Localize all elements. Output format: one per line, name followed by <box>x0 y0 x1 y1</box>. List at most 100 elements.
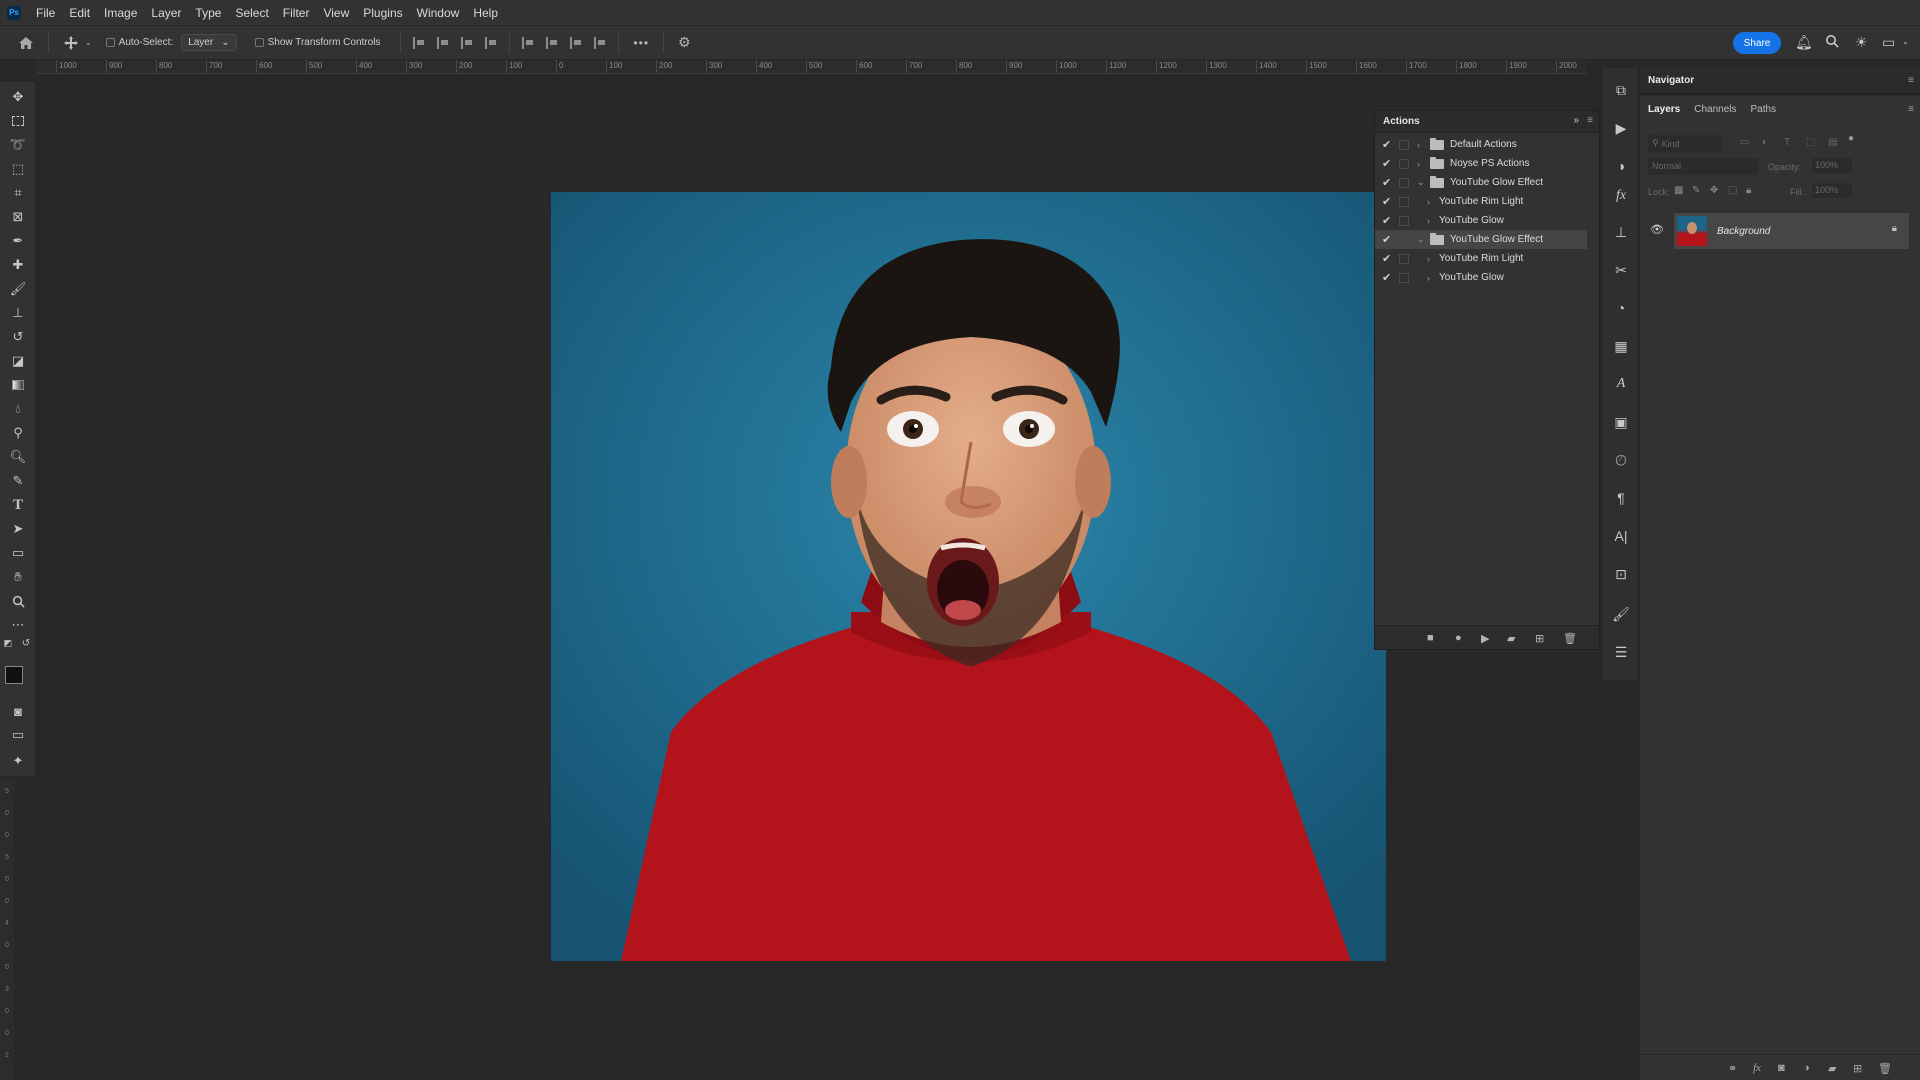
eraser-tool-icon[interactable]: ◪ <box>9 352 27 370</box>
menu-edit[interactable]: Edit <box>62 0 97 26</box>
filter-smart-object-icon[interactable]: ▤ <box>1828 137 1837 148</box>
default-colors-icon[interactable]: ◩ <box>2 637 14 649</box>
dialog-toggle-box[interactable] <box>1399 234 1409 245</box>
menu-filter[interactable]: Filter <box>276 0 317 26</box>
shapes-icon[interactable]: ◔ <box>1613 300 1629 316</box>
auto-select-checkbox[interactable]: Auto-Select: <box>105 37 173 48</box>
toggle-check-icon[interactable]: ✔ <box>1382 157 1394 170</box>
libraries-icon[interactable]: ▣ <box>1613 414 1629 430</box>
zoom-tool-icon[interactable] <box>9 592 27 610</box>
dialog-toggle-box[interactable] <box>1399 139 1409 150</box>
chevron-right-icon[interactable]: › <box>1427 216 1437 226</box>
tab-paths[interactable]: Paths <box>1751 104 1777 115</box>
path-selection-tool-icon[interactable]: ➤ <box>9 520 27 538</box>
move-tool-icon[interactable] <box>63 35 79 51</box>
lightbulb-icon[interactable]: ☀ <box>1855 34 1868 51</box>
hand-tool-icon[interactable]: ✋︎ <box>9 568 27 586</box>
lock-position-icon[interactable]: ✥ <box>1710 185 1718 196</box>
move-tool-icon[interactable]: ✥ <box>9 88 27 106</box>
frame-tool-icon[interactable]: ⊠ <box>9 208 27 226</box>
rectangle-tool-icon[interactable]: ▭ <box>9 544 27 562</box>
distribute-icon[interactable] <box>485 36 497 49</box>
menu-help[interactable]: Help <box>466 0 505 26</box>
align-right-icon[interactable] <box>461 36 473 49</box>
stamp-icon[interactable]: ⊥ <box>1613 224 1629 240</box>
chevron-right-icon[interactable]: › <box>1427 197 1437 207</box>
type-tool-icon[interactable]: T <box>9 496 27 514</box>
styles-fx-icon[interactable]: fx <box>1613 188 1629 204</box>
dialog-toggle-box[interactable] <box>1399 158 1409 169</box>
play-icon[interactable]: ▶ <box>1481 632 1489 645</box>
more-options-icon[interactable]: ••• <box>633 36 649 50</box>
lock-image-icon[interactable]: ✎ <box>1692 185 1700 196</box>
toggle-check-icon[interactable]: ✔ <box>1382 214 1394 227</box>
paragraph-icon[interactable]: ¶ <box>1613 490 1629 506</box>
vertical-ruler[interactable]: 5 0 0 5 0 0 4 0 0 3 0 0 2 <box>0 780 14 1080</box>
panel-menu-icon[interactable]: ≡ <box>1587 115 1593 126</box>
quick-mask-icon[interactable]: ◙ <box>9 702 27 720</box>
tab-layers[interactable]: Layers <box>1648 104 1680 115</box>
chevron-right-icon[interactable]: › <box>1417 140 1427 150</box>
dialog-toggle-box[interactable] <box>1399 272 1409 283</box>
zoom-lens-tool-icon[interactable]: 🔍︎ <box>9 448 27 466</box>
image-icon[interactable]: ⊡ <box>1613 566 1629 582</box>
new-layer-icon[interactable]: ⊞ <box>1853 1062 1862 1075</box>
swap-colors-icon[interactable]: ↺ <box>20 637 32 649</box>
actions-panel-title[interactable]: Actions <box>1383 116 1420 127</box>
more-tools-icon[interactable]: ⋯ <box>9 616 27 634</box>
menu-view[interactable]: View <box>316 0 356 26</box>
properties-icon[interactable]: ⧉ <box>1613 82 1629 98</box>
home-icon[interactable] <box>18 36 34 50</box>
clone-stamp-tool-icon[interactable]: ⊥ <box>9 304 27 322</box>
chevron-down-icon[interactable]: ⌄ <box>1902 37 1909 46</box>
menu-plugins[interactable]: Plugins <box>356 0 409 26</box>
brush-tool-icon[interactable]: 🖌︎ <box>9 280 27 298</box>
action-set-row[interactable]: ✔ › Default Actions <box>1375 135 1587 154</box>
action-row[interactable]: ✔ › YouTube Glow <box>1375 268 1587 287</box>
panel-menu-icon[interactable]: ≡ <box>1908 75 1914 86</box>
tab-channels[interactable]: Channels <box>1694 104 1736 115</box>
gradient-tool-icon[interactable] <box>9 376 27 394</box>
dodge-tool-icon[interactable]: ⚲ <box>9 424 27 442</box>
align-bottom-icon[interactable] <box>570 36 582 49</box>
dialog-toggle-box[interactable] <box>1399 177 1409 188</box>
adjustment-layer-icon[interactable]: ◑ <box>1803 1062 1810 1074</box>
blend-mode-dropdown[interactable]: Normal <box>1648 158 1758 175</box>
layer-filter-kind[interactable]: ⚲ Kind <box>1648 135 1722 152</box>
menu-layer[interactable]: Layer <box>144 0 188 26</box>
filter-shape-icon[interactable]: ⬚ <box>1806 137 1815 148</box>
chevron-right-icon[interactable]: › <box>1427 254 1437 264</box>
lock-transparent-icon[interactable]: ▩ <box>1674 185 1683 196</box>
opacity-input[interactable]: 100% <box>1812 158 1852 173</box>
brush-settings-icon[interactable]: 🖌︎ <box>1612 606 1630 622</box>
dialog-toggle-box[interactable] <box>1399 253 1409 264</box>
glyphs-icon[interactable]: A <box>1613 376 1629 392</box>
chevron-down-icon[interactable]: ⌄ <box>85 38 92 47</box>
grid-table-icon[interactable]: ▦ <box>1613 338 1629 354</box>
history-brush-tool-icon[interactable]: ↺ <box>9 328 27 346</box>
screen-mode-icon[interactable]: ▭ <box>9 726 27 744</box>
distribute-vertical-icon[interactable] <box>594 36 606 49</box>
horizontal-ruler[interactable]: 1000 900 800 700 600 500 400 300 200 100 0 100 200 30… <box>36 60 1586 74</box>
crop-tool-icon[interactable]: ⌗ <box>9 184 27 202</box>
lock-all-icon[interactable]: 🔒︎ <box>1746 185 1751 196</box>
action-row[interactable]: ✔ › YouTube Rim Light <box>1375 249 1587 268</box>
filter-type-icon[interactable]: T <box>1784 137 1790 148</box>
lock-icon[interactable]: 🔒︎ <box>1892 223 1897 234</box>
toggle-check-icon[interactable]: ✔ <box>1382 271 1394 284</box>
pen-tool-icon[interactable]: ✎ <box>9 472 27 490</box>
toggle-check-icon[interactable]: ✔ <box>1382 195 1394 208</box>
toggle-check-icon[interactable]: ✔ <box>1382 176 1394 189</box>
eyedropper-tool-icon[interactable]: ✒ <box>9 232 27 250</box>
scissors-icon[interactable]: ✂ <box>1613 262 1629 278</box>
search-icon[interactable] <box>1825 34 1839 51</box>
filter-toggle-icon[interactable]: ● <box>1848 133 1854 144</box>
align-center-icon[interactable] <box>437 36 449 49</box>
link-layers-icon[interactable]: ⚭ <box>1728 1062 1737 1075</box>
toggle-check-icon[interactable]: ✔ <box>1382 138 1394 151</box>
share-button[interactable]: Share <box>1733 32 1781 54</box>
menu-image[interactable]: Image <box>97 0 144 26</box>
dialog-toggle-box[interactable] <box>1399 215 1409 226</box>
layer-row-background[interactable]: Background 🔒︎ <box>1674 213 1909 249</box>
new-group-icon[interactable]: ▰ <box>1828 1062 1836 1075</box>
